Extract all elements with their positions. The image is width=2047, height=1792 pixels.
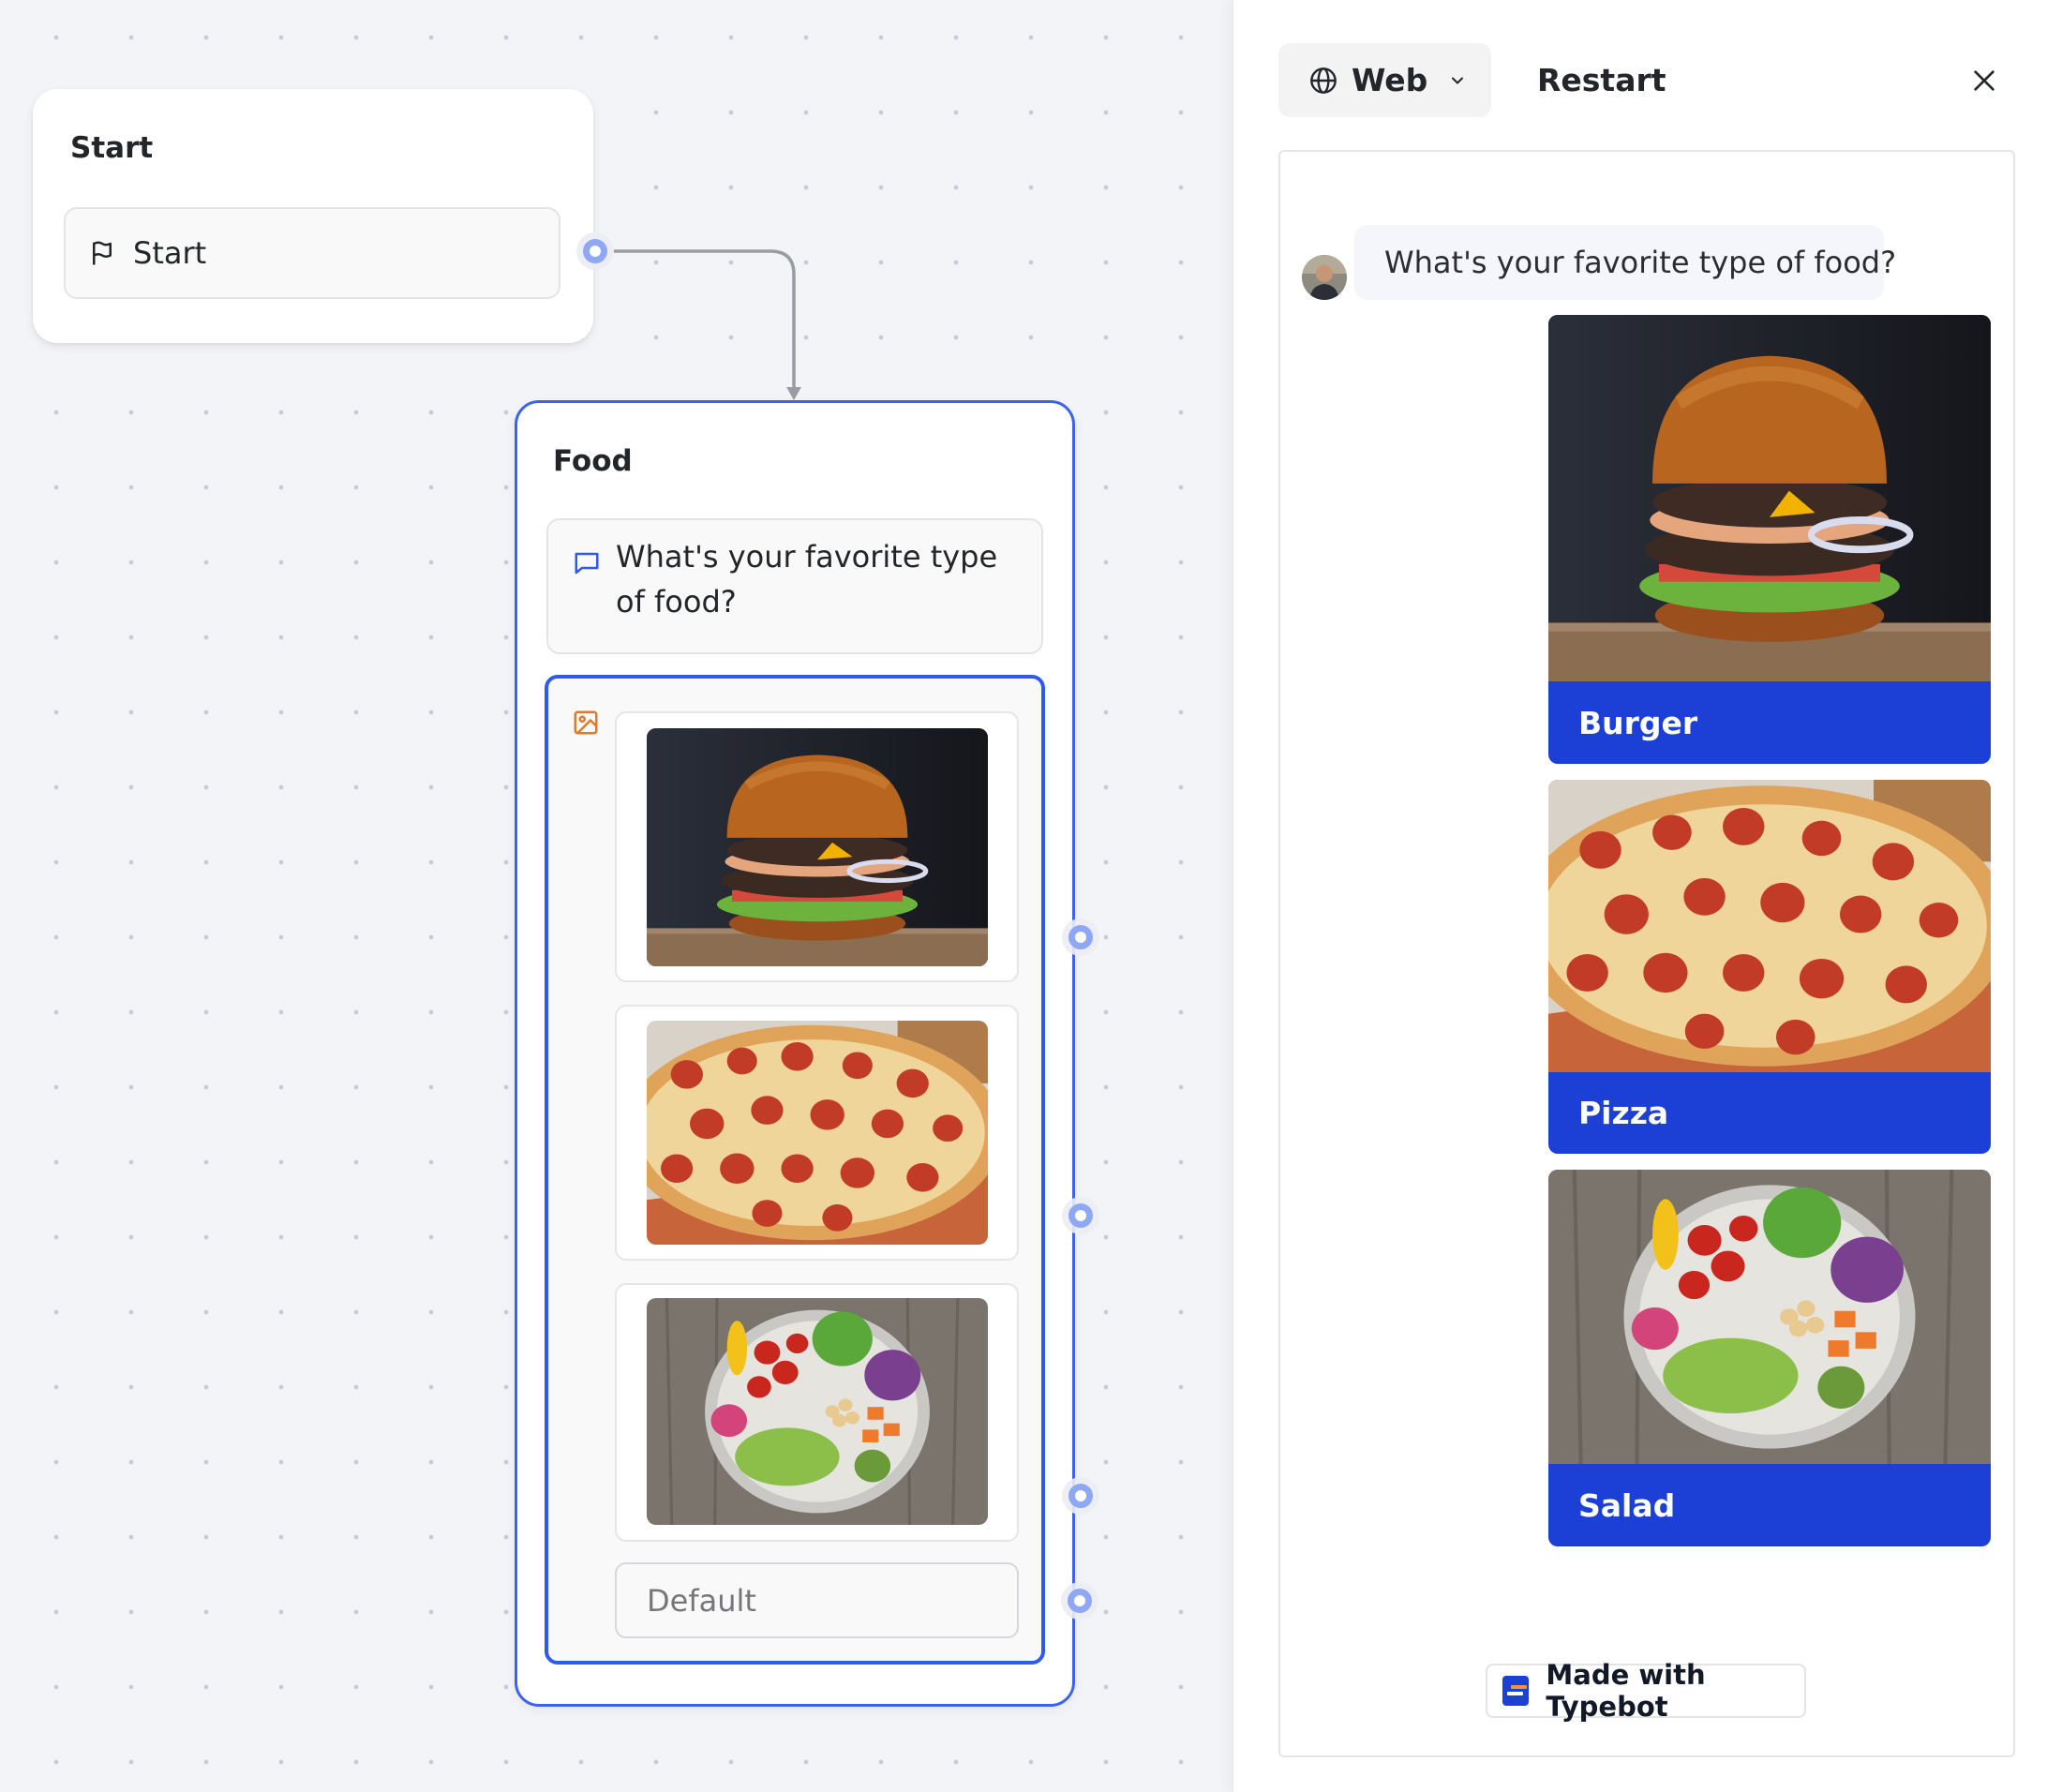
salad-output-handle[interactable] xyxy=(1068,1484,1093,1508)
text-bubble-block[interactable]: What's your favorite type of food? xyxy=(546,518,1043,654)
choice-card-salad[interactable]: Salad xyxy=(1548,1170,1991,1546)
choice-card-pizza[interactable]: Pizza xyxy=(1548,780,1991,1154)
salad-image xyxy=(1548,1170,1991,1464)
salad-image xyxy=(647,1298,988,1525)
start-block-label: Start xyxy=(133,235,207,271)
chat-bubble-icon xyxy=(573,549,601,652)
image-icon xyxy=(572,709,600,740)
burger-image xyxy=(647,728,988,966)
default-output-handle[interactable] xyxy=(1068,1589,1092,1613)
default-choice-item[interactable]: Default xyxy=(615,1562,1019,1638)
pizza-output-handle[interactable] xyxy=(1068,1203,1093,1228)
start-block[interactable]: Start xyxy=(64,207,560,299)
restart-button[interactable]: Restart xyxy=(1524,43,1680,117)
start-output-handle[interactable] xyxy=(583,239,607,263)
close-icon xyxy=(1969,66,1999,96)
choice-label: Salad xyxy=(1578,1486,1676,1524)
close-button[interactable] xyxy=(1965,62,2003,99)
text-bubble-content: What's your favorite type of food? xyxy=(616,539,998,620)
burger-output-handle[interactable] xyxy=(1068,925,1093,949)
platform-select[interactable]: Web xyxy=(1278,43,1491,117)
bot-avatar xyxy=(1302,255,1347,300)
pizza-image xyxy=(647,1021,988,1245)
bot-message-bubble: What's your favorite type of food? xyxy=(1354,225,1896,300)
choice-card-burger[interactable]: Burger xyxy=(1548,315,1991,764)
burger-image xyxy=(1548,315,1991,681)
globe-icon xyxy=(1308,66,1338,96)
platform-label: Web xyxy=(1352,62,1428,98)
flag-icon xyxy=(88,238,116,268)
made-with-typebot-badge[interactable]: Made with Typebot xyxy=(1486,1659,1806,1723)
badge-label: Made with Typebot xyxy=(1546,1659,1706,1723)
food-node-title: Food xyxy=(553,444,633,478)
chevron-down-icon xyxy=(1448,71,1467,90)
choice-label: Pizza xyxy=(1578,1094,1669,1131)
start-node-title: Start xyxy=(70,131,154,165)
choice-label: Burger xyxy=(1578,704,1698,741)
pizza-image xyxy=(1548,780,1991,1072)
typebot-logo-icon xyxy=(1502,1676,1530,1706)
